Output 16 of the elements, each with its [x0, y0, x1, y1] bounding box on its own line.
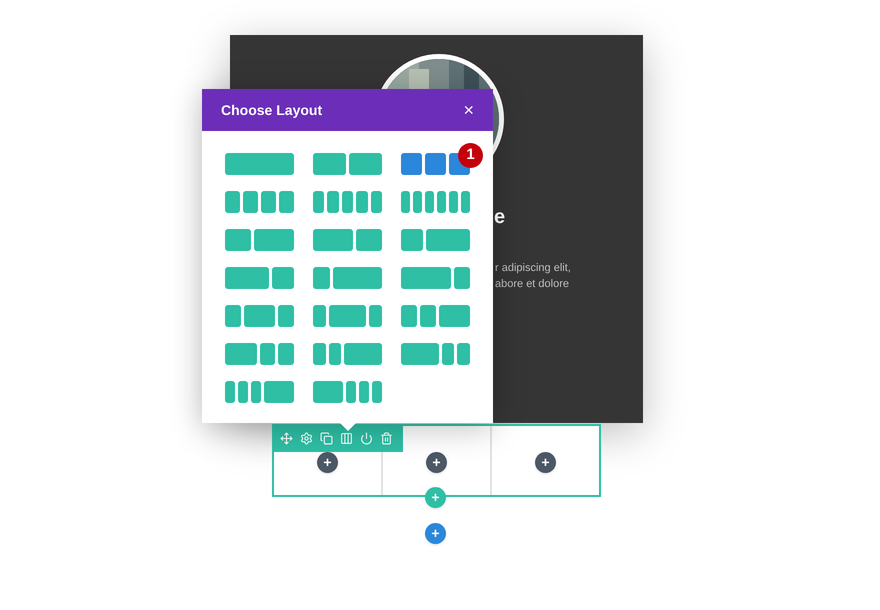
add-module-button[interactable]: + [426, 452, 447, 473]
close-button[interactable]: × [463, 101, 474, 119]
body-text-line: abore et dolore [495, 277, 570, 292]
notification-badge: 1 [458, 143, 483, 168]
columns-icon[interactable] [340, 432, 353, 445]
trash-icon[interactable] [380, 432, 393, 445]
settings-icon[interactable] [300, 432, 313, 445]
section-heading: e [494, 205, 506, 230]
body-text-line: r adipiscing elit, [495, 261, 571, 276]
add-module-button[interactable]: + [317, 452, 338, 473]
move-icon[interactable] [280, 432, 293, 445]
add-section-button[interactable]: + [425, 523, 446, 544]
modal-title: Choose Layout [221, 100, 322, 120]
duplicate-icon[interactable] [320, 432, 333, 445]
add-module-button[interactable]: + [535, 452, 556, 473]
power-icon[interactable] [360, 432, 373, 445]
